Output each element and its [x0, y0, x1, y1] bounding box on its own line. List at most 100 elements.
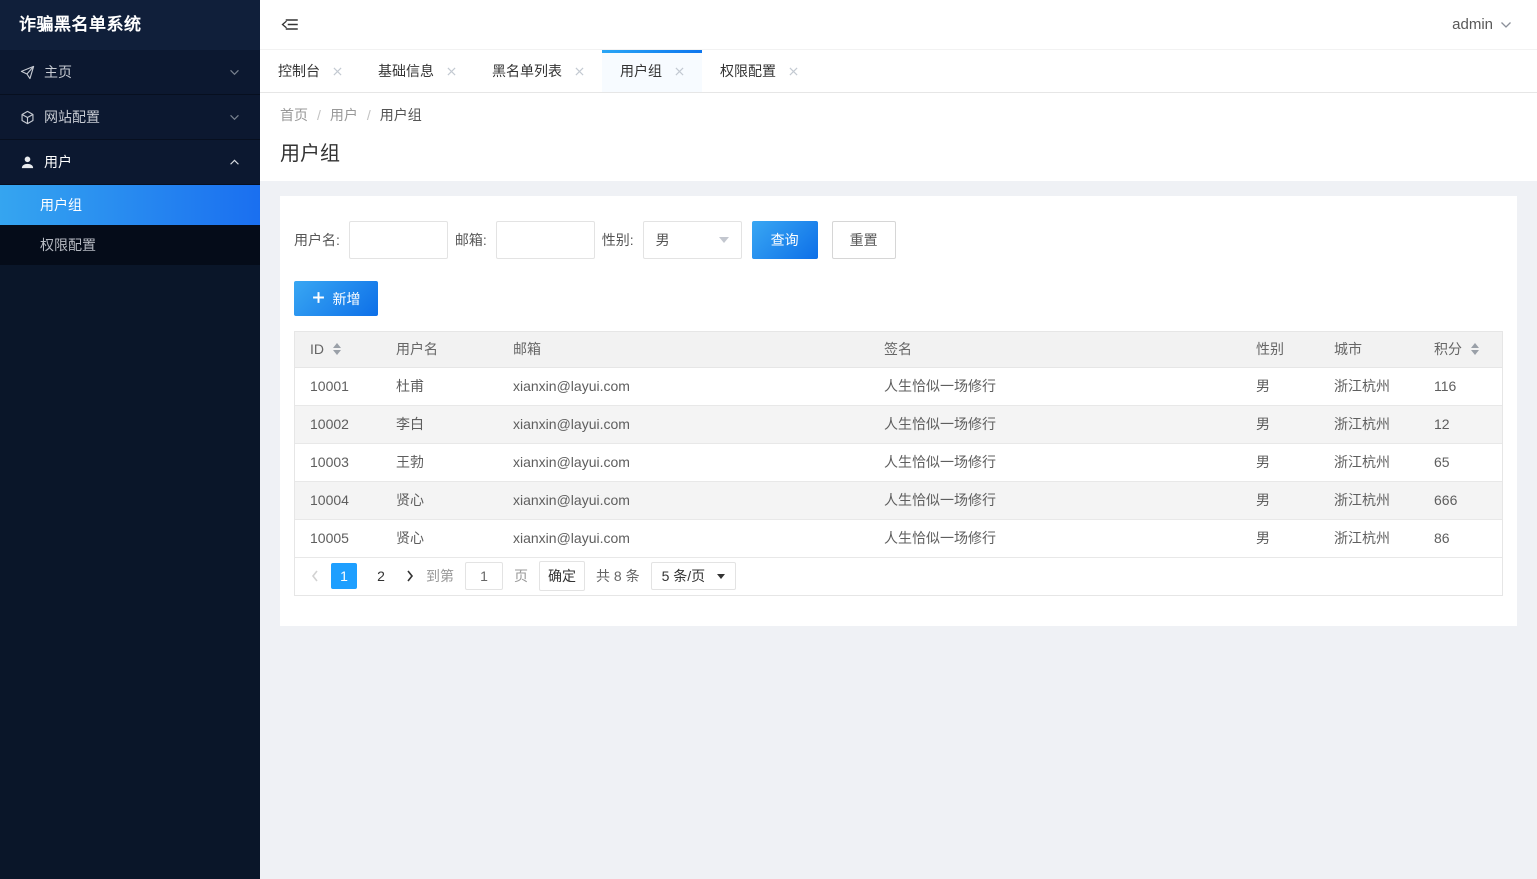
table-cell: 贤心: [381, 519, 498, 558]
sidebar-item-user-group[interactable]: 用户组: [0, 185, 260, 225]
tab-console[interactable]: 控制台: [260, 50, 360, 92]
plus-icon: [312, 291, 325, 307]
table-cell: xianxin@layui.com: [498, 367, 869, 406]
table-cell: 人生恰似一场修行: [869, 405, 1241, 444]
tab-permission-config[interactable]: 权限配置: [702, 50, 816, 92]
column-header-signature: 签名: [869, 332, 1241, 368]
column-label: ID: [310, 341, 324, 358]
page-header: 首页 / 用户 / 用户组 用户组: [260, 93, 1537, 181]
total-count-label: 共 8 条: [596, 568, 640, 584]
content-card: 用户名: 邮箱: 性别: 男 查询 重置 新增 ID 用户名 邮箱 签名 性别 …: [280, 196, 1517, 626]
sort-caret-icon[interactable]: [333, 343, 341, 356]
page-title: 用户组: [280, 143, 340, 165]
select-arrow-icon: [718, 237, 729, 243]
table-body: 10001 杜甫 xianxin@layui.com 人生恰似一场修行男浙江杭州 116…: [295, 367, 1502, 558]
page-size-select[interactable]: 5 条/页: [650, 562, 737, 590]
table-cell: 86: [1419, 519, 1502, 558]
table-cell: 男: [1241, 367, 1319, 406]
gender-select[interactable]: 男: [642, 221, 742, 259]
table-cell: 10001: [295, 367, 381, 406]
table-cell: 杜甫: [381, 367, 498, 406]
table-cell: 浙江杭州: [1319, 481, 1419, 520]
close-icon[interactable]: [447, 66, 456, 76]
tab-blacklist[interactable]: 黑名单列表: [474, 50, 602, 92]
breadcrumb-user[interactable]: 用户: [330, 107, 358, 123]
page-button-2[interactable]: 2: [368, 563, 394, 589]
column-label: 积分: [1434, 341, 1462, 358]
close-icon[interactable]: [789, 66, 798, 76]
username-label: admin: [1452, 16, 1493, 33]
table-cell: xianxin@layui.com: [498, 443, 869, 482]
table-cell: 男: [1241, 519, 1319, 558]
goto-label: 到第: [426, 568, 454, 584]
table-cell: 666: [1419, 481, 1502, 520]
table-cell: 116: [1419, 367, 1502, 406]
table-cell: 李白: [381, 405, 498, 444]
component-icon: [20, 110, 35, 125]
filter-form: 用户名: 邮箱: 性别: 男 查询 重置: [294, 221, 1503, 259]
column-header-gender: 性别: [1241, 332, 1319, 368]
prev-page-icon[interactable]: [310, 569, 320, 583]
reset-button[interactable]: 重置: [831, 221, 896, 259]
goto-page-input[interactable]: [465, 562, 503, 590]
table-row: 10003 王勃 xianxin@layui.com 人生恰似一场修行男浙江杭州 65: [295, 443, 1502, 482]
add-button[interactable]: 新增: [294, 281, 378, 316]
column-header-email: 邮箱: [498, 332, 869, 368]
page-button-1[interactable]: 1: [331, 563, 357, 589]
table-cell: 人生恰似一场修行: [869, 367, 1241, 406]
sidebar-item-label: 用户: [44, 154, 72, 170]
chevron-up-icon: [229, 158, 240, 166]
sidebar-item-site-config[interactable]: 网站配置: [0, 95, 260, 140]
close-icon[interactable]: [675, 66, 684, 76]
user-dropdown[interactable]: admin: [1452, 16, 1512, 33]
table-cell: 65: [1419, 443, 1502, 482]
column-header-city: 城市: [1319, 332, 1419, 368]
table-cell: 浙江杭州: [1319, 367, 1419, 406]
search-button[interactable]: 查询: [751, 221, 818, 259]
confirm-button[interactable]: 确定: [539, 561, 585, 591]
table-cell: 浙江杭州: [1319, 405, 1419, 444]
next-page-icon[interactable]: [405, 569, 415, 583]
table-row: 10001 杜甫 xianxin@layui.com 人生恰似一场修行男浙江杭州 116: [295, 367, 1502, 406]
collapse-sidebar-icon[interactable]: [280, 16, 299, 33]
tab-user-group[interactable]: 用户组: [602, 50, 702, 92]
column-header-id[interactable]: ID: [295, 332, 381, 368]
app-root: 诈骗黑名单系统 主页 网站配置 用户 用户组 权限配置 admin 控制台 基础…: [0, 0, 1537, 879]
sidebar-item-permission-config[interactable]: 权限配置: [0, 225, 260, 265]
tab-basic-info[interactable]: 基础信息: [360, 50, 474, 92]
breadcrumb-current: 用户组: [379, 107, 422, 123]
table-cell: 男: [1241, 443, 1319, 482]
table-row: 10005 贤心 xianxin@layui.com 人生恰似一场修行男浙江杭州 86: [295, 519, 1502, 558]
data-table: ID 用户名 邮箱 签名 性别 城市 积分 10001 杜甫 xianxin@l…: [294, 331, 1503, 596]
sort-caret-icon[interactable]: [1471, 343, 1479, 356]
chevron-down-icon: [229, 114, 240, 121]
tab-label: 基础信息: [378, 63, 434, 79]
close-icon[interactable]: [333, 66, 342, 76]
table-header-row: ID 用户名 邮箱 签名 性别 城市 积分: [295, 332, 1502, 368]
pagination: 1 2 到第 页 确定 共 8 条 5 条/页: [295, 558, 1502, 595]
column-header-score[interactable]: 积分: [1419, 332, 1502, 368]
main-area: admin 控制台 基础信息 黑名单列表 用户组 权限配置 首页 / 用户 / …: [260, 0, 1537, 879]
sidebar-item-user[interactable]: 用户: [0, 140, 260, 185]
table-cell: 贤心: [381, 481, 498, 520]
table-cell: 浙江杭州: [1319, 519, 1419, 558]
breadcrumb-home[interactable]: 首页: [280, 107, 308, 123]
sidebar-item-label: 网站配置: [44, 109, 100, 125]
email-input[interactable]: [495, 221, 595, 259]
table-cell: 10003: [295, 443, 381, 482]
username-input[interactable]: [348, 221, 448, 259]
table-cell: 人生恰似一场修行: [869, 443, 1241, 482]
page-size-value: 5 条/页: [661, 568, 706, 584]
sidebar-item-home[interactable]: 主页: [0, 50, 260, 95]
send-icon: [20, 65, 35, 80]
topbar: admin: [260, 0, 1537, 50]
table-cell: 男: [1241, 481, 1319, 520]
breadcrumb-separator: /: [317, 107, 321, 123]
table-cell: 男: [1241, 405, 1319, 444]
close-icon[interactable]: [575, 66, 584, 76]
tab-label: 用户组: [620, 63, 662, 79]
page-unit-label: 页: [514, 568, 528, 584]
content-area: 用户名: 邮箱: 性别: 男 查询 重置 新增 ID 用户名 邮箱 签名 性别 …: [260, 181, 1537, 879]
tab-label: 黑名单列表: [492, 63, 562, 79]
gender-select-value: 男: [655, 232, 670, 248]
